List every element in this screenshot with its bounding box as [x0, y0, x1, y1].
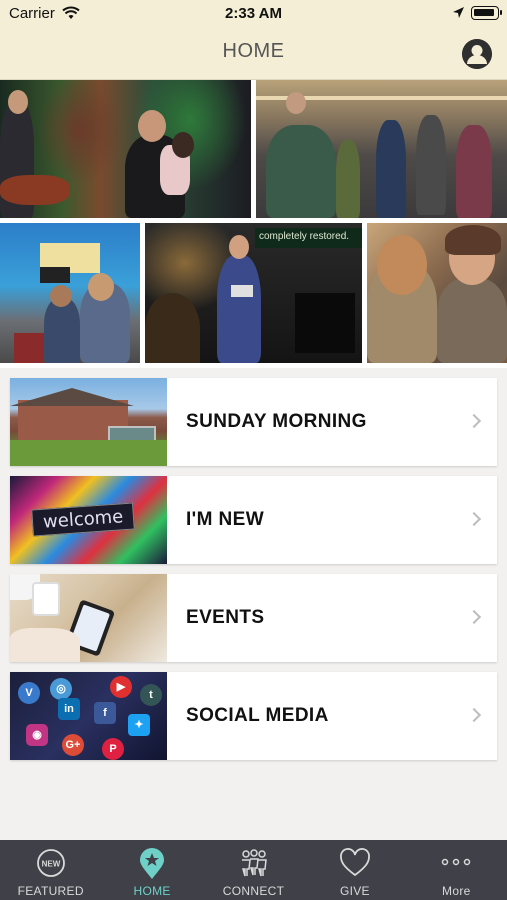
menu-item-label: SOCIAL MEDIA	[186, 705, 329, 726]
phone-calendar-image	[10, 574, 167, 662]
tab-label: More	[442, 884, 471, 898]
menu-item-label: EVENTS	[186, 607, 265, 628]
social-app-icon: ◉	[26, 724, 48, 746]
menu-item-events[interactable]: EVENTS	[10, 574, 497, 662]
tab-label: GIVE	[339, 884, 370, 898]
chevron-right-icon	[466, 609, 482, 625]
tab-label: CONNECT	[222, 884, 285, 898]
crowd-fellowship-photo	[256, 80, 507, 218]
tab-featured[interactable]: NEW FEATURED	[0, 840, 101, 900]
social-app-icon: V	[18, 682, 40, 704]
welcome-sign-text: welcome	[31, 502, 136, 537]
social-app-icon: ▶	[110, 676, 132, 698]
social-app-icon: ◎	[50, 678, 72, 700]
svg-text:NEW: NEW	[41, 860, 60, 869]
chevron-right-icon	[466, 511, 482, 527]
chevron-right-icon	[466, 707, 482, 723]
people-group-icon	[241, 849, 267, 877]
social-app-icon: G+	[62, 734, 84, 756]
status-bar: Carrier 2:33 AM	[0, 0, 507, 28]
church-building-image	[10, 378, 167, 466]
stage-screen-text: completely restored.	[255, 228, 362, 248]
pastor-preaching-photo: completely restored.	[145, 223, 362, 363]
kids-ministry-photo	[0, 223, 140, 363]
location-arrow-icon	[453, 7, 464, 18]
social-apps-image: V ◎ ▶ t in f ✦ ◉ G+ P	[10, 672, 167, 760]
tab-connect[interactable]: CONNECT	[203, 840, 304, 900]
chevron-right-icon	[466, 413, 482, 429]
menu-item-social-media[interactable]: V ◎ ▶ t in f ✦ ◉ G+ P SOCIAL MEDIA	[10, 672, 497, 760]
menu-item-im-new[interactable]: welcome I'M NEW	[10, 476, 497, 564]
profile-button[interactable]	[462, 39, 492, 69]
battery-icon	[471, 6, 502, 20]
social-app-icon: f	[94, 702, 116, 724]
social-app-icon: t	[140, 684, 162, 706]
new-badge-icon: NEW	[36, 849, 65, 877]
menu-item-label: I'M NEW	[186, 509, 265, 530]
social-app-icon: ✦	[128, 714, 150, 736]
page-title: HOME	[222, 40, 285, 62]
more-dots-icon	[442, 858, 471, 866]
women-talking-photo	[367, 223, 507, 363]
photo-collage: completely restored.	[0, 80, 507, 368]
nav-bar: HOME	[0, 28, 507, 80]
tab-label: FEATURED	[17, 884, 84, 898]
clock: 2:33 AM	[225, 5, 282, 22]
home-menu: SUNDAY MORNING welcome I'M NEW EVENTS V …	[10, 378, 497, 770]
worship-band-photo	[0, 80, 251, 218]
menu-item-sunday-morning[interactable]: SUNDAY MORNING	[10, 378, 497, 466]
social-app-icon: P	[102, 738, 124, 760]
tab-home[interactable]: HOME	[101, 840, 202, 900]
welcome-sign-image: welcome	[10, 476, 167, 564]
heart-icon	[340, 848, 370, 877]
tab-more[interactable]: More	[406, 840, 507, 900]
home-star-pin-icon	[140, 848, 165, 879]
user-avatar-icon	[462, 39, 492, 69]
tab-bar: NEW FEATURED HOME CONNECT GIVE More	[0, 840, 507, 900]
tab-label: HOME	[133, 884, 171, 898]
social-app-icon: in	[58, 698, 80, 720]
tab-give[interactable]: GIVE	[304, 840, 405, 900]
menu-item-label: SUNDAY MORNING	[186, 411, 367, 432]
